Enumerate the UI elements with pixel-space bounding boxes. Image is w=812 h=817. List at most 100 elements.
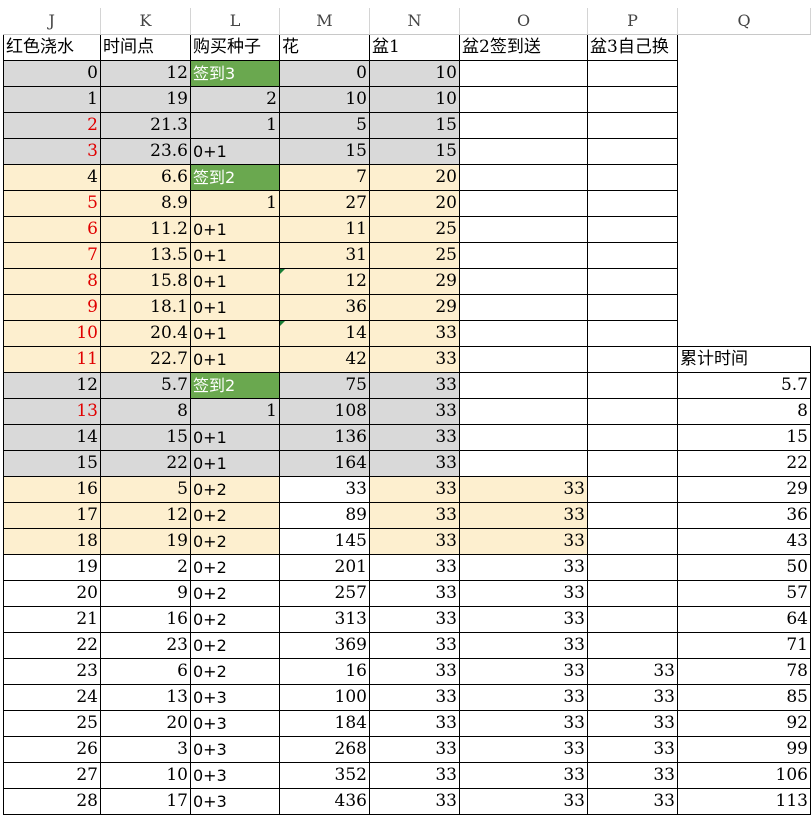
cell-m[interactable]: 31	[279, 241, 370, 269]
cell-label-l[interactable]: 购买种子	[190, 33, 280, 61]
cell-o[interactable]	[459, 371, 588, 399]
cell-label-j[interactable]: 红色浇水	[3, 33, 101, 61]
cell-q[interactable]: 99	[677, 735, 811, 763]
cell-j[interactable]: 22	[3, 631, 101, 659]
cell-p[interactable]	[587, 137, 678, 165]
cell-m[interactable]: 12	[279, 267, 370, 295]
cell-q[interactable]	[678, 294, 811, 320]
cell-q[interactable]: 57	[677, 579, 811, 607]
column-header-l[interactable]: L	[190, 8, 280, 35]
cell-m[interactable]: 15	[279, 137, 370, 165]
cell-j[interactable]: 11	[3, 345, 101, 373]
cell-q[interactable]: 71	[677, 631, 811, 659]
cell-p[interactable]	[587, 423, 678, 451]
cell-o[interactable]: 33	[459, 527, 588, 555]
cell-m[interactable]: 436	[279, 787, 370, 815]
cell-p[interactable]	[587, 241, 678, 269]
cell-o[interactable]: 33	[459, 657, 588, 685]
cell-k[interactable]: 13.5	[100, 241, 191, 269]
cell-l[interactable]: 2	[190, 85, 280, 113]
cell-k[interactable]: 2	[100, 553, 191, 581]
cell-n[interactable]: 10	[369, 85, 460, 113]
cell-k[interactable]: 3	[100, 735, 191, 763]
cell-l[interactable]: 0+1	[190, 215, 280, 243]
cell-p[interactable]	[587, 189, 678, 217]
cell-o[interactable]	[459, 319, 588, 347]
cell-m[interactable]: 33	[279, 475, 370, 503]
cell-o[interactable]: 33	[459, 787, 588, 815]
cell-n[interactable]: 33	[369, 735, 460, 763]
cell-k[interactable]: 8.9	[100, 189, 191, 217]
cell-n[interactable]: 33	[369, 501, 460, 529]
cell-n[interactable]: 33	[369, 475, 460, 503]
cell-n[interactable]: 20	[369, 189, 460, 217]
column-header-o[interactable]: O	[459, 8, 588, 35]
cell-k[interactable]: 19	[100, 85, 191, 113]
cell-o[interactable]	[459, 215, 588, 243]
cell-l[interactable]: 0+1	[190, 241, 280, 269]
cell-k[interactable]: 6	[100, 657, 191, 685]
cell-o[interactable]	[459, 189, 588, 217]
cell-k[interactable]: 15	[100, 423, 191, 451]
cell-m[interactable]: 352	[279, 761, 370, 789]
cell-p[interactable]: 33	[587, 709, 678, 737]
cell-q[interactable]: 43	[677, 527, 811, 555]
cell-o[interactable]: 33	[459, 735, 588, 763]
cell-l[interactable]: 0+1	[190, 423, 280, 451]
cell-p[interactable]	[587, 397, 678, 425]
cell-o[interactable]: 33	[459, 631, 588, 659]
cell-l[interactable]: 0+1	[190, 137, 280, 165]
cell-m[interactable]: 268	[279, 735, 370, 763]
cell-n[interactable]: 33	[369, 787, 460, 815]
cell-o[interactable]	[459, 111, 588, 139]
cell-label-m[interactable]: 花	[279, 33, 370, 61]
column-header-j[interactable]: J	[3, 8, 101, 35]
cell-k[interactable]: 23	[100, 631, 191, 659]
cell-n[interactable]: 33	[369, 319, 460, 347]
cell-m[interactable]: 108	[279, 397, 370, 425]
cell-l[interactable]: 1	[190, 397, 280, 425]
cell-q[interactable]: 15	[677, 423, 811, 451]
cell-q[interactable]: 85	[677, 683, 811, 711]
cell-j[interactable]: 13	[3, 397, 101, 425]
cell-k[interactable]: 22.7	[100, 345, 191, 373]
cell-k[interactable]: 20	[100, 709, 191, 737]
cell-m[interactable]: 0	[279, 59, 370, 87]
cell-k[interactable]: 13	[100, 683, 191, 711]
cell-o[interactable]	[459, 241, 588, 269]
cell-n[interactable]: 33	[369, 553, 460, 581]
cell-n[interactable]: 33	[369, 631, 460, 659]
cell-label-k[interactable]: 时间点	[100, 33, 191, 61]
cell-q[interactable]	[678, 320, 811, 346]
cell-l[interactable]: 0+1	[190, 345, 280, 373]
cell-n[interactable]: 33	[369, 397, 460, 425]
cell-p[interactable]: 33	[587, 657, 678, 685]
cell-k[interactable]: 21.3	[100, 111, 191, 139]
cell-o[interactable]	[459, 267, 588, 295]
cell-j[interactable]: 6	[3, 215, 101, 243]
cell-l[interactable]: 0+1	[190, 267, 280, 295]
cell-q[interactable]: 22	[677, 449, 811, 477]
cell-o[interactable]: 33	[459, 553, 588, 581]
cell-l[interactable]: 0+3	[190, 787, 280, 815]
cell-q[interactable]: 36	[677, 501, 811, 529]
cell-j[interactable]: 8	[3, 267, 101, 295]
cell-n[interactable]: 15	[369, 137, 460, 165]
cell-label-o[interactable]: 盆2签到送	[459, 33, 588, 61]
cell-p[interactable]: 33	[587, 787, 678, 815]
cell-p[interactable]	[587, 319, 678, 347]
cell-k[interactable]: 18.1	[100, 293, 191, 321]
cell-j[interactable]: 25	[3, 709, 101, 737]
cell-k[interactable]: 10	[100, 761, 191, 789]
cell-l[interactable]: 0+3	[190, 683, 280, 711]
cell-k[interactable]: 5.7	[100, 371, 191, 399]
cell-l[interactable]: 0+3	[190, 761, 280, 789]
cell-m[interactable]: 136	[279, 423, 370, 451]
cell-n[interactable]: 29	[369, 267, 460, 295]
cell-l[interactable]: 0+3	[190, 709, 280, 737]
cell-l[interactable]: 0+2	[190, 605, 280, 633]
cell-k[interactable]: 17	[100, 787, 191, 815]
cell-j[interactable]: 0	[3, 59, 101, 87]
cell-k[interactable]: 6.6	[100, 163, 191, 191]
cell-q[interactable]	[678, 268, 811, 294]
